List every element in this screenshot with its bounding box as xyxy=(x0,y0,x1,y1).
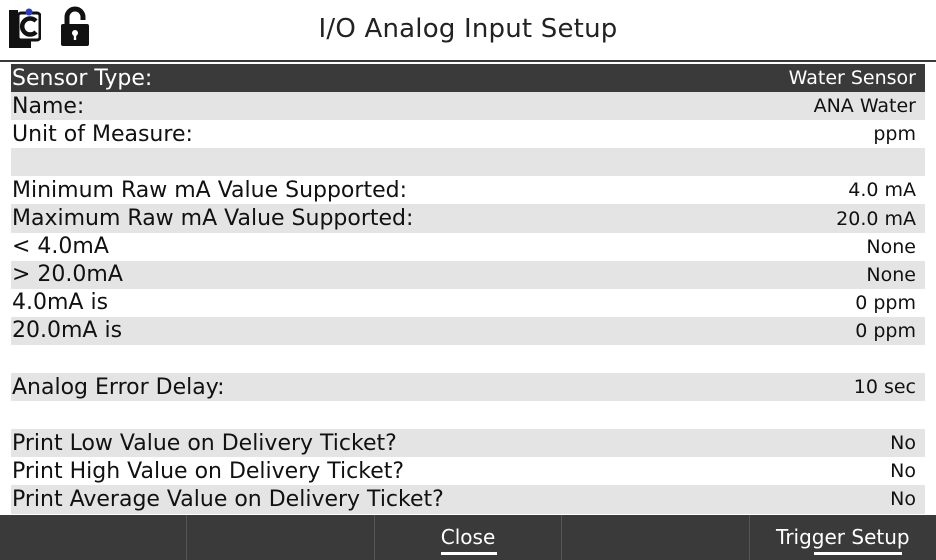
settings-list: Sensor Type: Water Sensor Name: ANA Water Un… xyxy=(11,64,925,514)
footer-button-empty[interactable] xyxy=(0,515,188,560)
setting-value: 10 sec xyxy=(853,376,916,399)
setting-value: None xyxy=(866,263,916,286)
settings-row[interactable]: Print Low Value on Delivery Ticket? No xyxy=(11,429,925,458)
settings-spacer-row xyxy=(11,148,925,177)
setting-label: < 4.0mA xyxy=(12,234,109,260)
setting-label: Maximum Raw mA Value Supported: xyxy=(12,206,414,232)
settings-row[interactable]: Name: ANA Water xyxy=(11,92,925,121)
header-bar: I/O Analog Input Setup xyxy=(0,0,936,62)
footer-button-empty[interactable] xyxy=(187,515,375,560)
setting-value: 4.0 mA xyxy=(848,179,916,202)
settings-row[interactable]: > 20.0mA None xyxy=(11,260,925,289)
settings-row[interactable]: < 4.0mA None xyxy=(11,232,925,261)
settings-row[interactable]: Minimum Raw mA Value Supported: 4.0 mA xyxy=(11,176,925,205)
settings-spacer-row xyxy=(11,401,925,430)
setting-label: Analog Error Delay: xyxy=(12,374,225,400)
settings-row[interactable]: 4.0mA is 0 ppm xyxy=(11,288,925,317)
settings-row[interactable]: Maximum Raw mA Value Supported: 20.0 mA xyxy=(11,204,925,233)
setting-label: > 20.0mA xyxy=(12,262,123,288)
setting-value: No xyxy=(890,488,916,511)
setting-value: 0 ppm xyxy=(855,319,916,342)
setting-label: Minimum Raw mA Value Supported: xyxy=(12,177,407,203)
settings-row[interactable]: 20.0mA is 0 ppm xyxy=(11,316,925,345)
settings-row[interactable]: Print Average Value on Delivery Ticket? N… xyxy=(11,485,925,514)
page-title: I/O Analog Input Setup xyxy=(318,14,618,44)
focus-underline xyxy=(440,552,497,555)
setting-label: 20.0mA is xyxy=(12,318,123,344)
setting-label: Name: xyxy=(12,93,85,119)
setting-label: Print High Value on Delivery Ticket? xyxy=(12,458,405,484)
footer-button-close[interactable]: Close xyxy=(375,515,563,560)
footer-toolbar: Close Trigger Setup xyxy=(0,515,936,560)
settings-row[interactable]: Unit of Measure: ppm xyxy=(11,120,925,149)
setting-label: Sensor Type: xyxy=(12,65,153,91)
setting-value: 20.0 mA xyxy=(836,207,916,230)
settings-row[interactable]: Analog Error Delay: 10 sec xyxy=(11,373,925,402)
footer-button-empty[interactable] xyxy=(562,515,750,560)
setting-label: Print Average Value on Delivery Ticket? xyxy=(12,486,444,512)
setting-label: Print Low Value on Delivery Ticket? xyxy=(12,430,397,456)
setting-label: Unit of Measure: xyxy=(12,121,193,147)
setting-label: 4.0mA is xyxy=(12,290,109,316)
settings-row[interactable]: Print High Value on Delivery Ticket? No xyxy=(11,457,925,486)
setting-value: ppm xyxy=(873,123,916,146)
setting-value: Water Sensor xyxy=(788,67,916,90)
settings-row[interactable]: Sensor Type: Water Sensor xyxy=(11,64,925,93)
setting-value: ANA Water xyxy=(813,95,916,118)
setting-value: 0 ppm xyxy=(855,291,916,314)
footer-button-label: Trigger Setup xyxy=(776,525,910,549)
settings-spacer-row xyxy=(11,344,925,374)
setting-value: None xyxy=(866,235,916,258)
footer-button-trigger-setup[interactable]: Trigger Setup xyxy=(750,515,936,560)
footer-button-label: Close xyxy=(440,525,496,549)
setting-value: No xyxy=(890,432,916,455)
header-divider xyxy=(0,60,936,62)
focus-underline xyxy=(813,552,902,555)
setting-value: No xyxy=(890,460,916,483)
